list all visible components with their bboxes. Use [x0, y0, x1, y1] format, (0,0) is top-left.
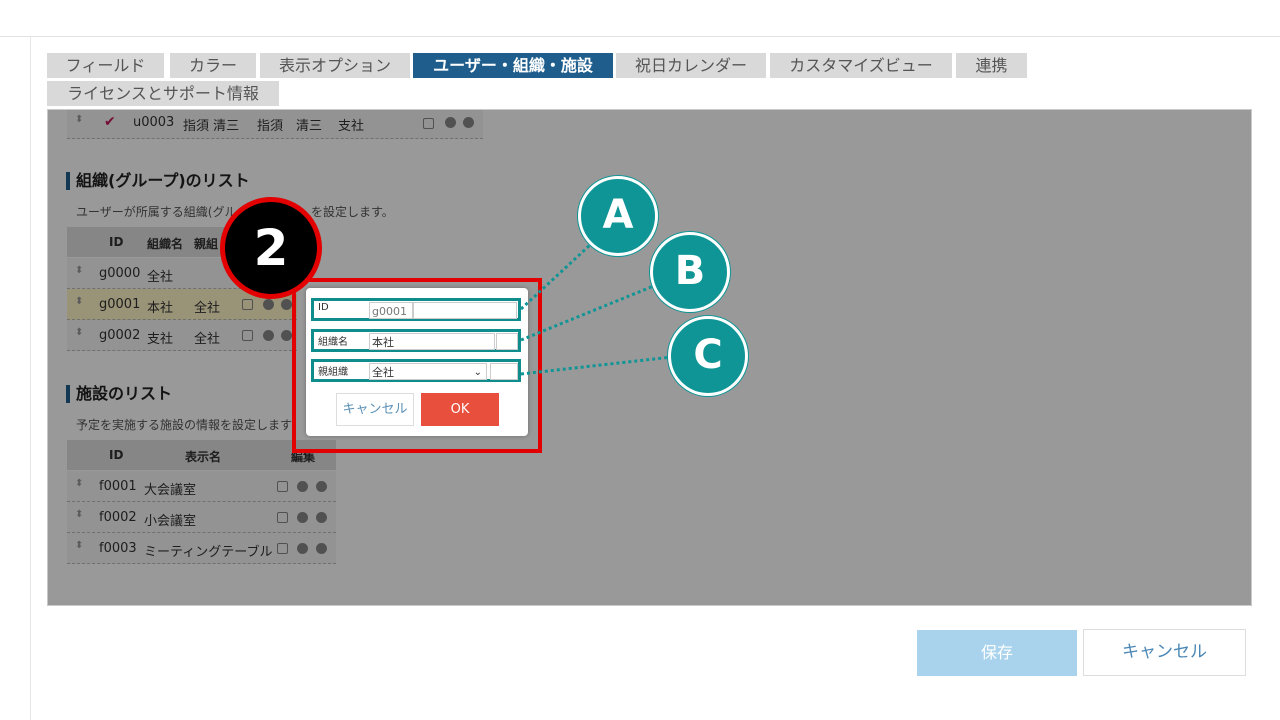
tab-integration[interactable]: 連携 — [956, 53, 1027, 78]
cancel-button[interactable]: キャンセル — [1083, 629, 1246, 676]
callout-badge-c: C — [668, 316, 748, 396]
top-divider — [0, 36, 1280, 37]
left-divider — [30, 37, 31, 720]
dialog-highlight-frame — [292, 278, 542, 453]
tab-license-support[interactable]: ライセンスとサポート情報 — [47, 81, 279, 106]
settings-panel: ⬍ ✔ u0003 指須 清三 指須 清三 支社 組織(グループ)のリスト ユー… — [47, 109, 1252, 606]
tab-customize-view[interactable]: カスタマイズビュー — [770, 53, 952, 78]
tab-users-orgs-facilities[interactable]: ユーザー・組織・施設 — [413, 53, 613, 78]
tab-color[interactable]: カラー — [170, 53, 256, 78]
modal-overlay — [48, 110, 1251, 605]
callout-badge-b: B — [650, 232, 730, 312]
tab-display-options[interactable]: 表示オプション — [260, 53, 410, 78]
tab-field[interactable]: フィールド — [47, 53, 164, 78]
tab-holiday-calendar[interactable]: 祝日カレンダー — [616, 53, 766, 78]
callout-badge-a: A — [578, 176, 658, 256]
step-number-badge: 2 — [220, 197, 322, 299]
save-button[interactable]: 保存 — [917, 630, 1077, 676]
